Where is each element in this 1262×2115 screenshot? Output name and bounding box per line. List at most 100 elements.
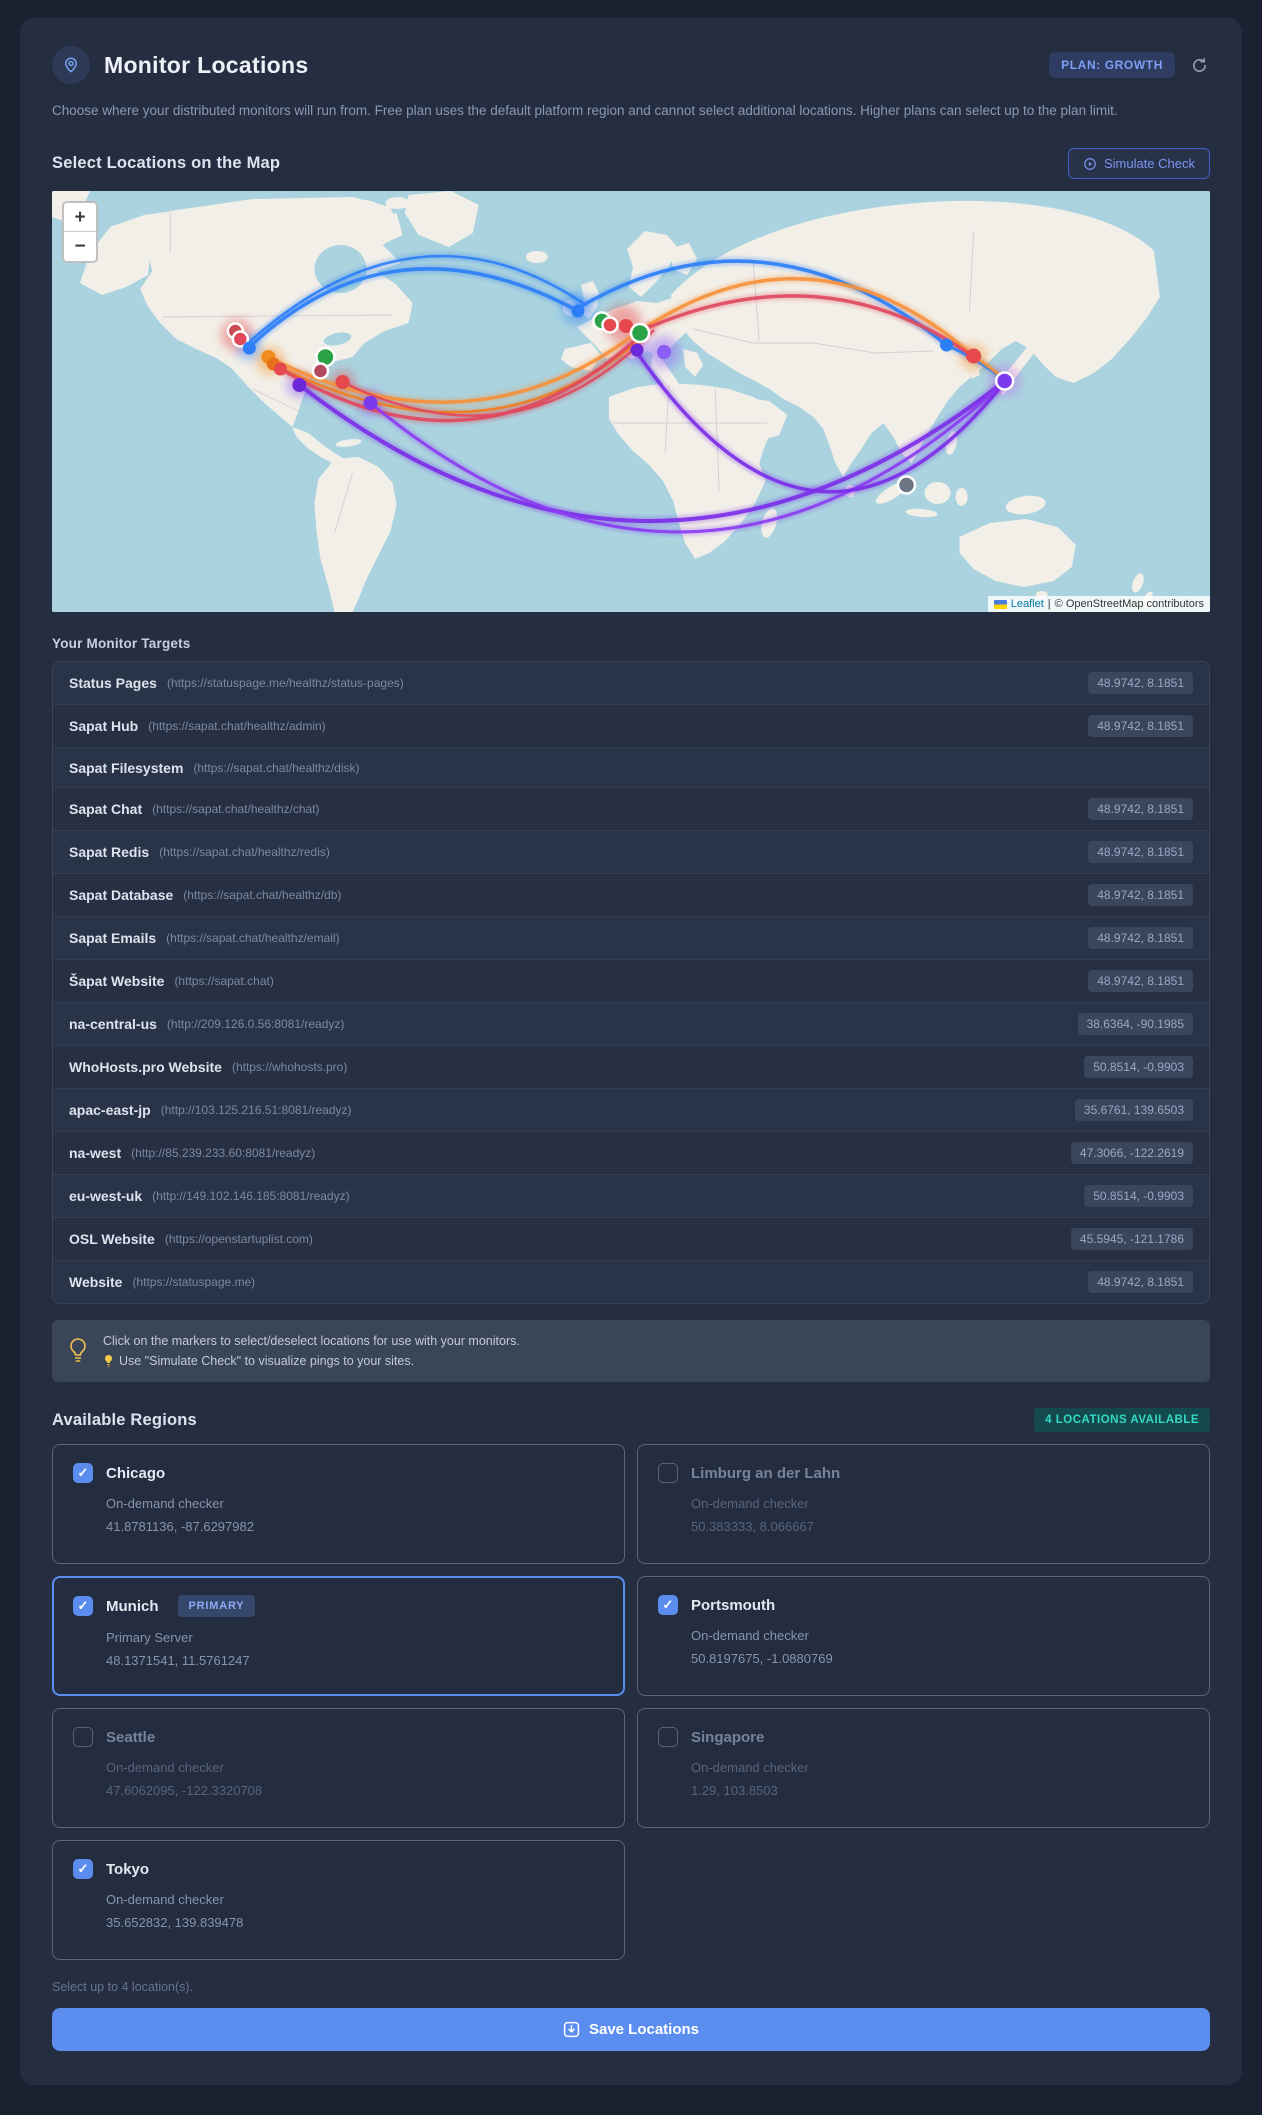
app-background: Monitor Locations PLAN: GROWTH Choose wh…	[0, 0, 1262, 2115]
table-row: apac-east-jp (http://103.125.216.51:8081/…	[53, 1088, 1209, 1132]
target-name: Sapat Hub	[69, 718, 139, 735]
table-row: Šapat Website (https://sapat.chat) 48.9742…	[53, 959, 1209, 1003]
region-coordinates: 50.8197675, -1.0880769	[691, 1651, 833, 1667]
monitor-targets-table: Status Pages (https://statuspage.me/healt…	[52, 661, 1210, 1305]
uk-red-marker[interactable]	[601, 316, 619, 335]
lightbulb-icon	[70, 1338, 86, 1363]
region-description: Primary Server	[106, 1630, 193, 1646]
eu-purple-marker-a[interactable]	[630, 343, 644, 357]
coordinates-badge: 47.3066, -122.2619	[1070, 1142, 1193, 1165]
target-name: na-central-us	[69, 1016, 157, 1033]
us-red-marker[interactable]	[273, 362, 287, 376]
target-url: (https://sapat.chat/healthz/db)	[183, 888, 342, 903]
coordinates-badge: 48.9742, 8.1851	[1088, 927, 1193, 950]
target-name: Sapat Redis	[69, 844, 150, 861]
region-card-munich[interactable]: ✓ Munich PRIMARY Primary Server 48.1371541, …	[52, 1576, 625, 1697]
regions-title: Available Regions	[52, 1410, 197, 1429]
coordinates-badge: 48.9742, 8.1851	[1088, 1271, 1193, 1294]
coordinates-badge: 48.9742, 8.1851	[1088, 798, 1193, 821]
tokyo-marker[interactable]	[994, 371, 1015, 392]
uk-blue-marker[interactable]	[571, 304, 585, 318]
save-locations-button[interactable]: Save Locations	[52, 2008, 1210, 2052]
world-map-svg	[52, 191, 1210, 613]
simulate-check-button[interactable]: Simulate Check	[1067, 148, 1210, 180]
table-row: Sapat Filesystem (https://sapat.chat/heal…	[53, 747, 1209, 788]
coordinates-badge: 48.9742, 8.1851	[1088, 970, 1193, 993]
plan-description: Choose where your distributed monitors w…	[52, 103, 1118, 118]
coordinates-badge: 50.8514, -0.9903	[1084, 1185, 1193, 1208]
target-url: (https://statuspage.me)	[132, 1275, 256, 1290]
table-row: Status Pages (https://statuspage.me/healt…	[53, 662, 1209, 705]
korea-red-marker[interactable]	[966, 348, 982, 364]
tip-box: Click on the markers to select/deselect …	[52, 1320, 1210, 1383]
region-coordinates: 1.29, 103.8503	[691, 1783, 778, 1799]
target-url: (https://sapat.chat/healthz/chat)	[152, 802, 320, 817]
target-name: Sapat Filesystem	[69, 759, 184, 776]
leaflet-link[interactable]: Leaflet	[1011, 598, 1044, 610]
primary-badge: PRIMARY	[177, 1595, 256, 1618]
table-row: Website (https://statuspage.me) 48.9742, 8…	[53, 1260, 1209, 1304]
map-zoom-in-button[interactable]: +	[64, 203, 96, 233]
tip-line-2: Use "Simulate Check" to visualize pings …	[119, 1354, 415, 1369]
region-card-singapore[interactable]: Singapore On-demand checker 1.29, 103.8503	[637, 1708, 1210, 1829]
target-url: (http://149.102.146.185:8081/readyz)	[152, 1189, 350, 1204]
map-zoom-out-button[interactable]: −	[64, 232, 96, 262]
table-row: WhoHosts.pro Website (https://whohosts.pr…	[53, 1045, 1209, 1089]
china-blue-marker[interactable]	[940, 338, 954, 352]
gulf-red-marker[interactable]	[335, 375, 350, 390]
coordinates-badge: 38.6364, -90.1985	[1077, 1013, 1193, 1036]
target-name: Website	[69, 1274, 123, 1291]
play-circle-icon	[1084, 157, 1096, 170]
map-section-title: Select Locations on the Map	[52, 154, 281, 173]
region-checkbox-portsmouth[interactable]: ✓	[658, 1595, 678, 1616]
region-card-seattle[interactable]: Seattle On-demand checker 47.6062095, -122…	[52, 1708, 625, 1829]
table-row: eu-west-uk (http://149.102.146.185:8081/r…	[53, 1174, 1209, 1218]
map[interactable]: + − Leaflet | © OpenStreetMap contributo…	[52, 191, 1210, 613]
region-description: On-demand checker	[106, 1892, 224, 1908]
region-checkbox-tokyo[interactable]: ✓	[73, 1859, 93, 1880]
region-card-tokyo[interactable]: ✓ Tokyo On-demand checker 35.652832, 139.83…	[52, 1840, 625, 1961]
region-checkbox-singapore[interactable]	[658, 1727, 678, 1748]
na-central-marker[interactable]	[311, 362, 330, 381]
save-icon	[563, 2022, 580, 2038]
target-name: Status Pages	[69, 675, 157, 692]
na-west-marker[interactable]	[242, 341, 256, 355]
table-row: na-west (http://85.239.233.60:8081/readyz…	[53, 1131, 1209, 1175]
table-row: na-central-us (http://209.126.0.56:8081/r…	[53, 1002, 1209, 1046]
coordinates-badge: 50.8514, -0.9903	[1084, 1056, 1193, 1079]
tip-line-1: Click on the markers to select/deselect …	[103, 1334, 520, 1349]
target-url: (https://statuspage.me/healthz/status-pa…	[166, 676, 404, 691]
region-checkbox-seattle[interactable]	[73, 1727, 93, 1748]
target-url: (https://sapat.chat/healthz/admin)	[148, 719, 326, 734]
target-url: (http://209.126.0.56:8081/readyz)	[166, 1017, 345, 1032]
target-name: Sapat Emails	[69, 930, 157, 947]
munich-marker[interactable]	[629, 323, 651, 344]
target-url: (https://sapat.chat)	[174, 974, 274, 989]
refresh-icon[interactable]	[1189, 55, 1210, 76]
us-purple-marker-b[interactable]	[363, 396, 378, 411]
region-card-limburg-an-der-lahn[interactable]: Limburg an der Lahn On-demand checker 50.3…	[637, 1444, 1210, 1565]
us-purple-marker-a[interactable]	[292, 378, 307, 393]
region-description: On-demand checker	[106, 1760, 224, 1776]
region-description: On-demand checker	[691, 1496, 809, 1512]
eu-purple-marker-b[interactable]	[657, 345, 672, 360]
bulb-emoji-icon	[105, 1355, 112, 1368]
region-name: Limburg an der Lahn	[691, 1464, 841, 1482]
region-description: On-demand checker	[691, 1760, 809, 1776]
region-name: Munich	[106, 1597, 159, 1615]
region-coordinates: 48.1371541, 11.5761247	[106, 1653, 250, 1669]
singapore-marker[interactable]	[896, 475, 917, 496]
target-name: OSL Website	[69, 1231, 155, 1248]
target-url: (https://sapat.chat/healthz/disk)	[193, 760, 360, 775]
region-checkbox-chicago[interactable]: ✓	[73, 1463, 93, 1484]
region-checkbox-munich[interactable]: ✓	[73, 1596, 93, 1617]
selection-limit-note: Select up to 4 location(s).	[52, 1980, 194, 1995]
target-url: (http://85.239.233.60:8081/readyz)	[131, 1146, 316, 1161]
target-name: Sapat Chat	[69, 801, 143, 818]
region-card-chicago[interactable]: ✓ Chicago On-demand checker 41.8781136, -87…	[52, 1444, 625, 1565]
target-url: (https://sapat.chat/healthz/redis)	[159, 845, 330, 860]
region-checkbox-limburg-an-der-lahn[interactable]	[658, 1463, 678, 1484]
target-url: (https://sapat.chat/healthz/email)	[166, 931, 340, 946]
targets-title: Your Monitor Targets	[52, 636, 191, 652]
region-card-portsmouth[interactable]: ✓ Portsmouth On-demand checker 50.8197675, …	[637, 1576, 1210, 1697]
